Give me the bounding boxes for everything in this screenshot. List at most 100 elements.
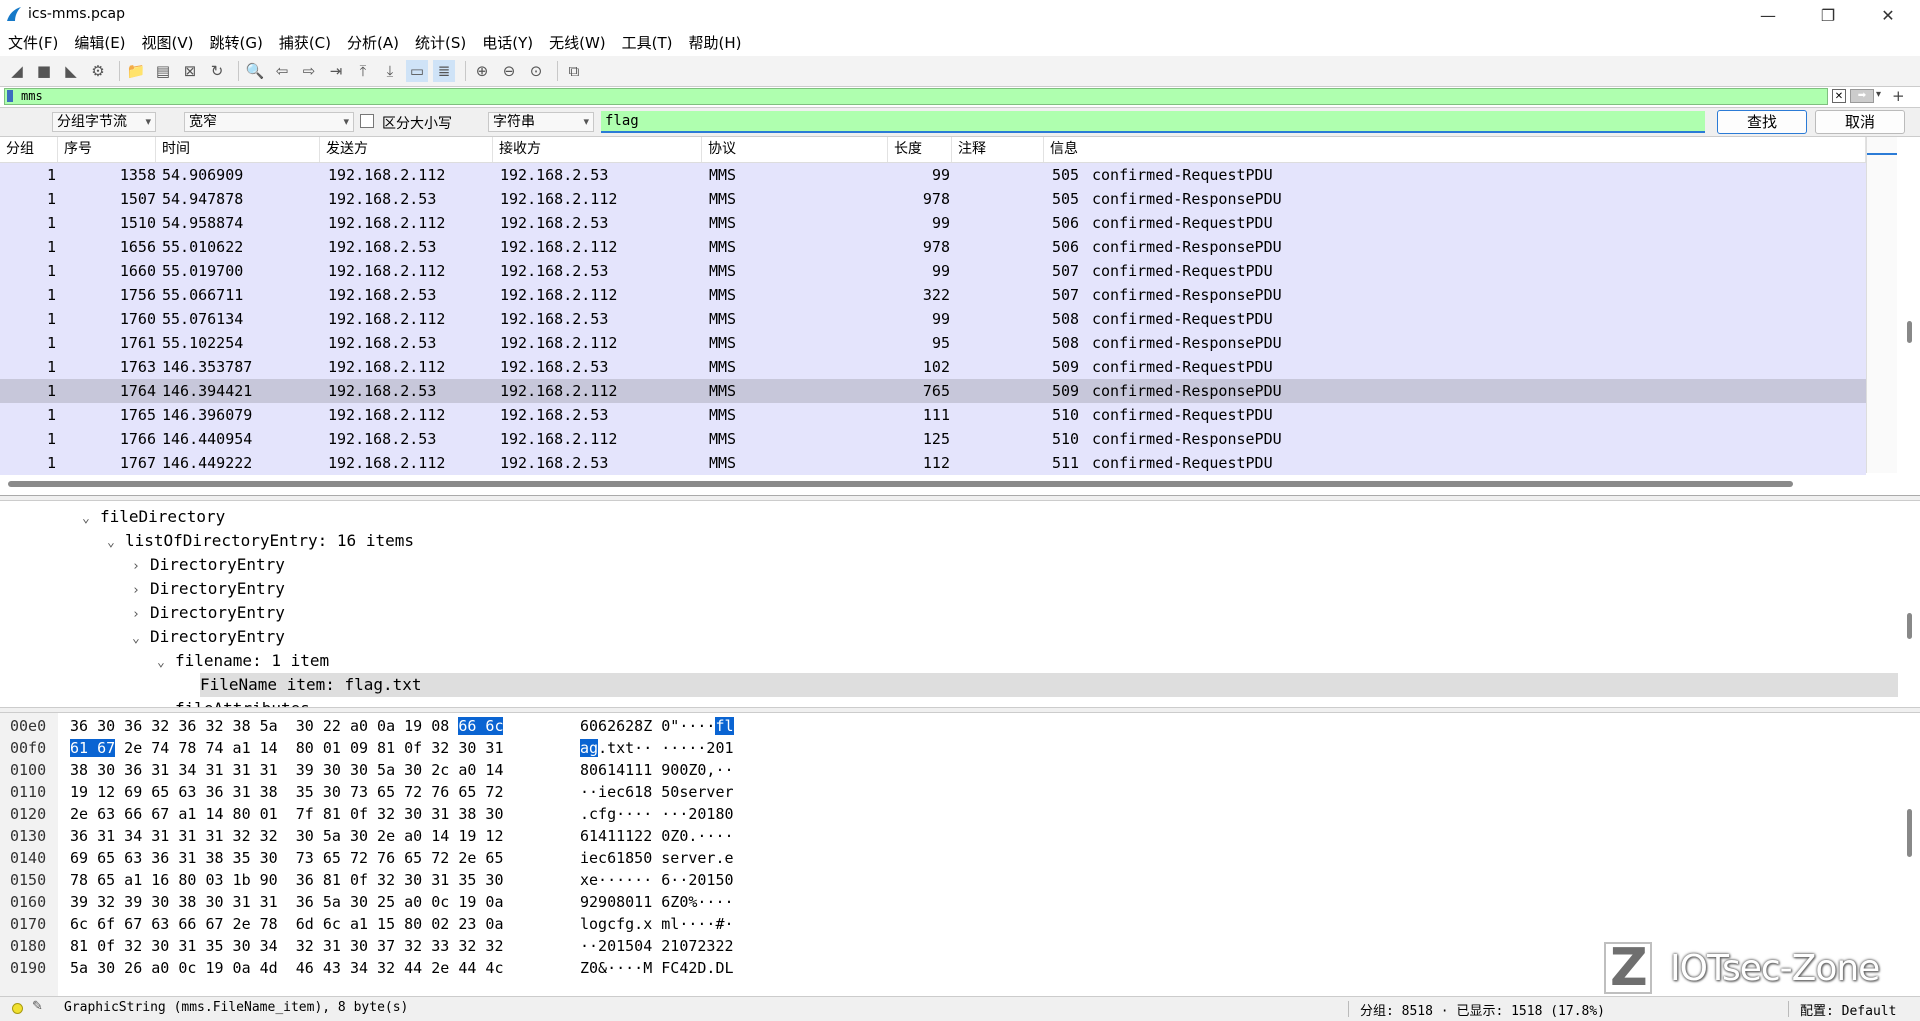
packet-cell-proto: MMS <box>709 166 737 184</box>
tree-item[interactable]: › DirectoryEntry <box>0 601 1898 625</box>
packet-row[interactable]: 1 1763 146.353787 192.168.2.112 192.168.2.53… <box>0 355 1866 379</box>
bookmark-icon[interactable] <box>7 90 13 102</box>
search-in-select[interactable]: 分组字节流 ▾ <box>52 112 156 132</box>
status-profile[interactable]: 配置: Default <box>1800 1000 1896 1019</box>
tree-item[interactable]: ⌄ DirectoryEntry <box>0 625 1898 649</box>
menu-item[interactable]: 文件(F) <box>0 30 66 56</box>
find-packet-icon[interactable]: 🔍 <box>244 60 266 82</box>
column-header[interactable]: 协议 <box>702 137 888 162</box>
menu-item[interactable]: 跳转(G) <box>202 30 271 56</box>
packet-row[interactable]: 1 1761 55.102254 192.168.2.53 192.168.2.112 M… <box>0 331 1866 355</box>
hex-offset: 0170 <box>10 915 47 933</box>
shark-fin-start-icon[interactable]: ◢ <box>6 60 28 82</box>
menu-item[interactable]: 统计(S) <box>407 30 474 56</box>
menu-item[interactable]: 分析(A) <box>339 30 407 56</box>
tree-item[interactable]: ›fileAttributes <box>0 697 1898 707</box>
resize-columns-icon[interactable]: ⧉ <box>563 60 585 82</box>
packet-row[interactable]: 1 1358 54.906909 192.168.2.112 192.168.2.53 M… <box>0 163 1866 187</box>
stop-capture-icon[interactable]: ■ <box>33 60 55 82</box>
chevron-right-icon[interactable]: › <box>132 555 150 579</box>
column-header[interactable]: 发送方 <box>320 137 493 162</box>
packet-row[interactable]: 1 1764 146.394421 192.168.2.53 192.168.2.112… <box>0 379 1866 403</box>
menu-item[interactable]: 编辑(E) <box>66 30 133 56</box>
filter-history-icon[interactable]: ▾ <box>1876 89 1881 100</box>
go-first-icon[interactable]: ⤒ <box>352 60 374 82</box>
menu-item[interactable]: 帮助(H) <box>681 30 750 56</box>
restore-button[interactable]: ❐ <box>1800 0 1856 30</box>
chevron-right-icon[interactable]: › <box>132 603 150 627</box>
menu-item[interactable]: 捕获(C) <box>271 30 339 56</box>
go-back-icon[interactable]: ⇦ <box>271 60 293 82</box>
chevron-down-icon[interactable]: ⌄ <box>82 507 100 531</box>
bytes-scroll-thumb[interactable] <box>1907 809 1912 857</box>
go-forward-icon[interactable]: ⇨ <box>298 60 320 82</box>
save-file-icon[interactable]: ▤ <box>152 60 174 82</box>
details-scroll-thumb[interactable] <box>1907 613 1912 639</box>
restart-capture-icon[interactable]: ◣ <box>60 60 82 82</box>
packet-row[interactable]: 1 1656 55.010622 192.168.2.53 192.168.2.112 M… <box>0 235 1866 259</box>
go-last-icon[interactable]: ⤓ <box>379 60 401 82</box>
packet-list-scrollbar[interactable] <box>1866 137 1897 473</box>
packet-row[interactable]: 1 1660 55.019700 192.168.2.112 192.168.2.53 M… <box>0 259 1866 283</box>
close-button[interactable]: ✕ <box>1860 0 1916 30</box>
tree-item[interactable]: › DirectoryEntry <box>0 553 1898 577</box>
packet-cell-info-id: 507 <box>1052 262 1080 280</box>
minimize-button[interactable]: — <box>1740 0 1796 30</box>
packet-row[interactable]: 1 1510 54.958874 192.168.2.112 192.168.2.53 M… <box>0 211 1866 235</box>
chevron-right-icon[interactable]: › <box>157 699 175 707</box>
chevron-down-icon[interactable]: ⌄ <box>107 531 125 555</box>
hex-ascii: 92908011 6Z0%···· <box>580 891 734 913</box>
find-text-input[interactable]: flag <box>601 111 1705 133</box>
packet-cell-no: 1510 <box>119 214 156 232</box>
go-to-packet-icon[interactable]: ⇥ <box>325 60 347 82</box>
menu-item[interactable]: 视图(V) <box>134 30 202 56</box>
expert-info-icon[interactable] <box>12 1003 23 1014</box>
packet-row[interactable]: 1 1765 146.396079 192.168.2.112 192.168.2.53… <box>0 403 1866 427</box>
packet-list-hscroll-thumb[interactable] <box>8 481 1793 487</box>
cancel-button[interactable]: 取消 <box>1815 110 1905 134</box>
chevron-down-icon[interactable]: ⌄ <box>132 627 150 651</box>
column-header[interactable]: 信息 <box>1044 137 1866 162</box>
auto-scroll-icon[interactable]: ▭ <box>406 60 428 82</box>
open-file-icon[interactable]: 📁 <box>125 60 147 82</box>
menu-item[interactable]: 电话(Y) <box>474 30 541 56</box>
tree-item[interactable]: ⌄ fileDirectory <box>0 505 1898 529</box>
menu-item[interactable]: 工具(T) <box>614 30 681 56</box>
column-header[interactable]: 时间 <box>156 137 320 162</box>
packet-row[interactable]: 1 1766 146.440954 192.168.2.53 192.168.2.112… <box>0 427 1866 451</box>
column-header[interactable]: 分组 <box>0 137 58 162</box>
packet-row[interactable]: 1 1767 146.449222 192.168.2.112 192.168.2.53… <box>0 451 1866 475</box>
packet-row[interactable]: 1 1760 55.076134 192.168.2.112 192.168.2.53 M… <box>0 307 1866 331</box>
case-sensitive-checkbox[interactable] <box>360 114 374 128</box>
column-header[interactable]: 接收方 <box>493 137 702 162</box>
chevron-right-icon[interactable]: › <box>132 579 150 603</box>
tree-item[interactable]: ⌄ listOfDirectoryEntry: 16 items <box>0 529 1898 553</box>
search-type-select[interactable]: 字符串 ▾ <box>488 112 594 132</box>
tree-item[interactable]: ⌄ filename: 1 item <box>0 649 1898 673</box>
find-button[interactable]: 查找 <box>1717 110 1807 134</box>
capture-options-icon[interactable]: ⚙ <box>87 60 109 82</box>
reload-file-icon[interactable]: ↻ <box>206 60 228 82</box>
packet-row[interactable]: 1 1507 54.947878 192.168.2.53 192.168.2.112 M… <box>0 187 1866 211</box>
display-filter-input[interactable]: mms <box>4 88 1828 105</box>
tree-item[interactable]: › DirectoryEntry <box>0 577 1898 601</box>
zoom-out-icon[interactable]: ⊖ <box>498 60 520 82</box>
chevron-down-icon[interactable]: ⌄ <box>157 651 175 675</box>
packet-row[interactable]: 1 1756 55.066711 192.168.2.53 192.168.2.112 M… <box>0 283 1866 307</box>
column-header[interactable]: 注释 <box>952 137 1044 162</box>
colorize-icon[interactable]: ≣ <box>433 60 455 82</box>
zoom-reset-icon[interactable]: ⊙ <box>525 60 547 82</box>
close-file-icon[interactable]: ⊠ <box>179 60 201 82</box>
apply-filter-icon[interactable]: ➡ <box>1850 89 1874 103</box>
tree-item[interactable]: FileName item: flag.txt <box>0 673 1898 697</box>
clear-filter-icon[interactable]: ✕ <box>1832 89 1846 103</box>
add-filter-button-icon[interactable]: + <box>1892 87 1905 105</box>
column-header[interactable]: 长度 <box>888 137 952 162</box>
ascii-segment: .cfg···· ···20180 <box>580 805 734 823</box>
menu-item[interactable]: 无线(W) <box>541 30 614 56</box>
column-header[interactable]: 序号 <box>58 137 156 162</box>
zoom-in-icon[interactable]: ⊕ <box>471 60 493 82</box>
edit-comment-icon[interactable]: ✎ <box>32 999 43 1014</box>
packet-list-scroll-thumb[interactable] <box>1907 321 1912 343</box>
char-width-select[interactable]: 宽窄 ▾ <box>184 112 354 132</box>
